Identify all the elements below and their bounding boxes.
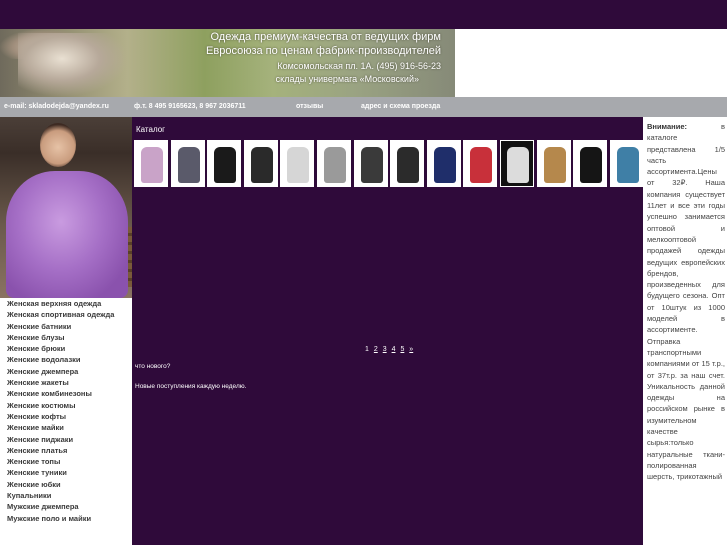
whats-new-heading: что нового? — [135, 363, 171, 370]
product-garment-image — [360, 147, 383, 183]
contact-bar: e-mail: skladodejda@yandex.ru ф.т. 8 495… — [0, 97, 727, 117]
product-thumbnail[interactable] — [500, 140, 534, 187]
product-thumbnail[interactable] — [609, 140, 644, 187]
product-garment-image — [507, 147, 529, 183]
category-sidebar: Женская верхняя одежда Женская спортивна… — [0, 298, 132, 545]
page-link-next[interactable]: » — [409, 346, 413, 353]
product-garment-image — [470, 147, 493, 183]
banner-store-name: склады универмага «Московский» — [275, 74, 419, 84]
product-thumbnail[interactable] — [134, 140, 168, 187]
banner-model-image — [18, 33, 128, 97]
catalog-title: Каталог — [136, 125, 166, 134]
page-link-3[interactable]: 3 — [383, 346, 387, 353]
sidebar-item-jumpers[interactable]: Женские джемпера — [0, 366, 132, 377]
sidebar-item-jackets[interactable]: Женские жакеты — [0, 377, 132, 388]
sidebar-item-tunics[interactable]: Женские туники — [0, 467, 132, 478]
product-garment-image — [580, 147, 603, 183]
email-link[interactable]: e-mail: skladodejda@yandex.ru — [4, 103, 109, 110]
photo-head — [40, 123, 76, 167]
sidebar-item-jumpsuits[interactable]: Женские комбинезоны — [0, 388, 132, 399]
banner-slogan-1: Одежда премиум-качества от ведущих фирм — [210, 31, 441, 43]
header-banner: Одежда премиум-качества от ведущих фирм … — [0, 29, 455, 97]
product-thumbnail[interactable] — [426, 140, 461, 187]
news-text: Новые поступления каждую неделю. — [135, 383, 247, 390]
sidebar-item-blouses[interactable]: Женские блузы — [0, 332, 132, 343]
page-link-4[interactable]: 4 — [392, 346, 396, 353]
sidebar-item-skirts[interactable]: Женские юбки — [0, 479, 132, 490]
notice-text: в каталоге представлена 1/5 часть ассорт… — [647, 122, 725, 482]
product-thumbnail[interactable] — [243, 140, 278, 187]
sidebar-item-shirts[interactable]: Женские батники — [0, 321, 132, 332]
product-garment-image — [141, 147, 163, 183]
product-thumbnail[interactable] — [317, 140, 351, 187]
product-garment-image — [616, 147, 639, 183]
product-thumbnail[interactable] — [390, 140, 425, 187]
sidebar-item-cardigans[interactable]: Женские кофты — [0, 411, 132, 422]
sidebar-item-trousers[interactable]: Женские брюки — [0, 343, 132, 354]
product-garment-image — [324, 147, 346, 183]
pagination: 1 2 3 4 5 » — [365, 346, 413, 353]
product-garment-image — [177, 147, 200, 183]
catalog-panel: Каталог 1 2 3 4 5 » что нового? Новые по… — [132, 117, 681, 545]
page-link-5[interactable]: 5 — [400, 346, 404, 353]
product-thumbnail[interactable] — [207, 140, 242, 187]
sidebar-item-blazers[interactable]: Женские пиджаки — [0, 434, 132, 445]
sidebar-item-outerwear[interactable]: Женская верхняя одежда — [0, 298, 132, 309]
reviews-link[interactable]: отзывы — [296, 103, 323, 110]
product-garment-image — [397, 147, 420, 183]
page-current: 1 — [365, 346, 369, 353]
product-thumbnail[interactable] — [463, 140, 498, 187]
thumbnail-strip — [134, 140, 681, 187]
sidebar-item-swimwear[interactable]: Купальники — [0, 490, 132, 501]
product-thumbnail[interactable] — [280, 140, 315, 187]
top-bar — [0, 0, 727, 29]
product-garment-image — [214, 147, 237, 183]
model-photo — [0, 117, 132, 298]
notice-panel: Внимание: в каталоге представлена 1/5 ча… — [643, 117, 727, 545]
product-garment-image — [250, 147, 273, 183]
product-thumbnail[interactable] — [573, 140, 608, 187]
sidebar-item-mens-jumpers[interactable]: Мужские джемпера — [0, 501, 132, 512]
photo-blouse — [6, 171, 128, 298]
notice-heading: Внимание: — [647, 122, 687, 131]
product-garment-image — [433, 147, 456, 183]
phone-text: ф.т. 8 495 9165623, 8 967 2036711 — [134, 103, 246, 110]
sidebar-item-turtlenecks[interactable]: Женские водолазки — [0, 354, 132, 365]
page-link-2[interactable]: 2 — [374, 346, 378, 353]
banner-blank-area — [455, 29, 727, 97]
product-garment-image — [543, 147, 566, 183]
product-thumbnail[interactable] — [353, 140, 388, 187]
address-link[interactable]: адрес и схема проезда — [361, 103, 440, 110]
sidebar-item-mens-polos[interactable]: Мужские поло и майки — [0, 513, 132, 524]
sidebar-item-dresses[interactable]: Женские платья — [0, 445, 132, 456]
sidebar-item-suits[interactable]: Женские костюмы — [0, 400, 132, 411]
sidebar-item-tanks[interactable]: Женские майки — [0, 422, 132, 433]
sidebar-item-sportswear[interactable]: Женская спортивная одежда — [0, 309, 132, 320]
product-thumbnail[interactable] — [536, 140, 571, 187]
banner-address: Комсомольская пл. 1А. (495) 916-56-23 — [277, 61, 441, 71]
product-garment-image — [287, 147, 310, 183]
banner-slogan-2: Евросоюза по ценам фабрик-производителей — [206, 45, 441, 57]
product-thumbnail[interactable] — [170, 140, 205, 187]
sidebar-item-tops[interactable]: Женские топы — [0, 456, 132, 467]
